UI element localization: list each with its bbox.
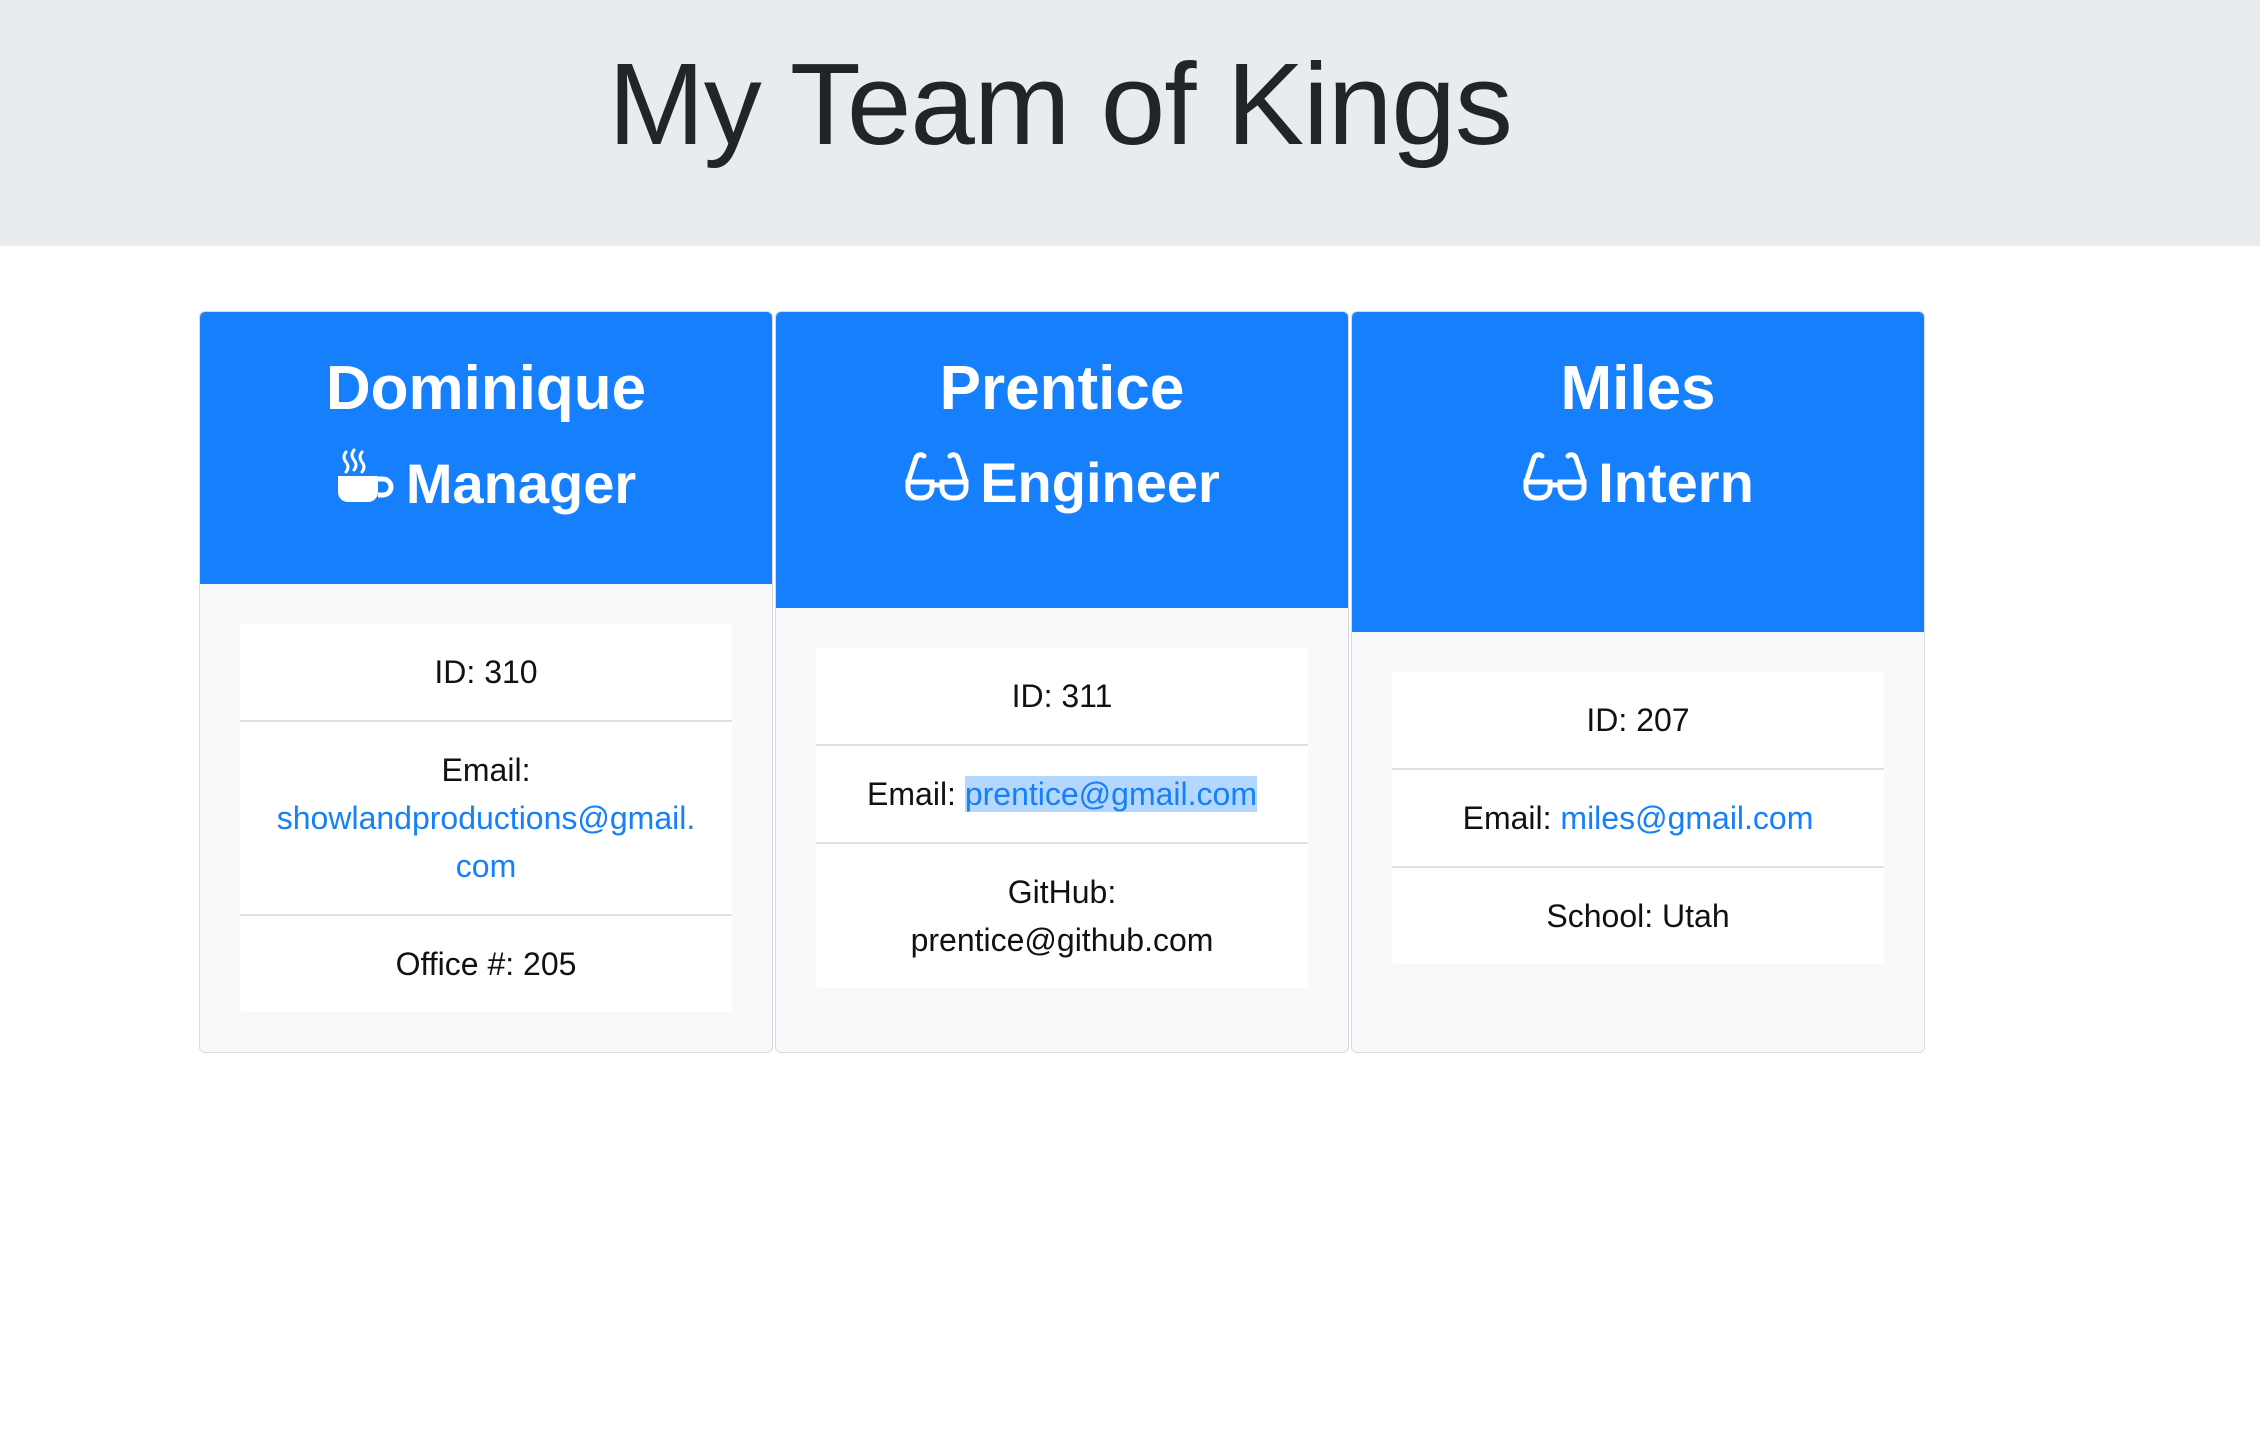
page-title: My Team of Kings [608, 39, 1513, 169]
office-item: Office #: 205 [240, 914, 732, 1012]
employee-role: Manager [200, 448, 772, 520]
office-value: 205 [523, 946, 577, 982]
email-label: Email: [1462, 800, 1561, 836]
info-list: ID: 310 Email: showlandproductions@gmail… [240, 624, 732, 1012]
email-label: Email: [867, 776, 965, 812]
office-label: Office #: [395, 946, 524, 982]
email-link[interactable]: prentice@gmail.com [964, 776, 1257, 812]
card-body: ID: 207 Email: miles@gmail.com School: U… [1352, 632, 1924, 1004]
card-header: Prentice Engineer [776, 312, 1348, 608]
role-label: Engineer [980, 451, 1220, 514]
jumbotron-header: My Team of Kings [0, 0, 2260, 246]
card-body: ID: 310 Email: showlandproductions@gmail… [200, 584, 772, 1052]
github-value: prentice@github.com [910, 922, 1214, 958]
role-label: Intern [1598, 451, 1754, 514]
id-item: ID: 311 [816, 648, 1308, 744]
id-item: ID: 207 [1392, 672, 1884, 768]
info-list: ID: 207 Email: miles@gmail.com School: U… [1392, 672, 1884, 964]
card-body: ID: 311 Email: prentice@gmail.com GitHub… [776, 608, 1348, 1028]
glasses-icon [904, 448, 970, 518]
id-value: 207 [1636, 702, 1690, 738]
info-list: ID: 311 Email: prentice@gmail.com GitHub… [816, 648, 1308, 988]
card-header: Miles Intern [1352, 312, 1924, 632]
employee-name: Miles [1560, 354, 1716, 423]
id-value: 310 [484, 654, 538, 690]
email-item: Email: miles@gmail.com [1392, 768, 1884, 866]
employee-card-manager: Dominique Manager ID: 310 Email: showlan [199, 311, 773, 1053]
id-label: ID: [1586, 702, 1637, 738]
employee-card-engineer: Prentice Engineer ID: 311 Email: prentic… [775, 311, 1349, 1053]
employee-name: Prentice [939, 354, 1185, 423]
school-label: School: [1546, 898, 1663, 934]
id-label: ID: [1011, 678, 1062, 714]
glasses-icon [1522, 448, 1588, 518]
role-label: Manager [405, 452, 637, 515]
employee-name: Dominique [325, 354, 647, 423]
id-value: 311 [1061, 678, 1113, 714]
github-item: GitHub: prentice@github.com [816, 842, 1308, 988]
id-label: ID: [434, 654, 485, 690]
school-value: Utah [1662, 898, 1730, 934]
email-item: Email: prentice@gmail.com [816, 744, 1308, 842]
github-label: GitHub: [1007, 874, 1117, 910]
school-item: School: Utah [1392, 866, 1884, 964]
email-item: Email: showlandproductions@gmail.com [240, 720, 732, 914]
email-link[interactable]: miles@gmail.com [1560, 800, 1813, 836]
employee-card-intern: Miles Intern ID: 207 Email: miles@gmail.… [1351, 311, 1925, 1053]
id-item: ID: 310 [240, 624, 732, 720]
email-label: Email: [441, 752, 531, 788]
employee-role: Engineer [776, 448, 1348, 518]
card-header: Dominique Manager [200, 312, 772, 584]
employee-role: Intern [1352, 448, 1924, 518]
coffee-icon [336, 448, 396, 520]
email-link[interactable]: showlandproductions@gmail.com [277, 800, 695, 884]
